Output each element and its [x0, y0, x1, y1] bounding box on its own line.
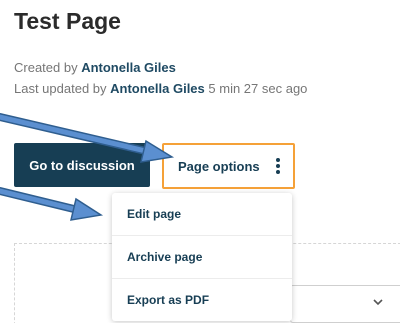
created-by-prefix: Created by	[14, 60, 82, 75]
last-updated-author-link[interactable]: Antonella Giles	[110, 81, 205, 96]
go-to-discussion-button[interactable]: Go to discussion	[14, 143, 150, 187]
last-updated-time: 5 min 27 sec ago	[204, 81, 308, 96]
dropdown-select[interactable]	[290, 285, 400, 323]
menu-item-edit-page[interactable]: Edit page	[112, 193, 292, 236]
chevron-down-icon	[373, 299, 383, 306]
menu-item-export-pdf[interactable]: Export as PDF	[112, 279, 292, 321]
last-updated-prefix: Last updated by	[14, 81, 111, 96]
menu-item-archive-page[interactable]: Archive page	[112, 236, 292, 279]
kebab-vertical-icon	[276, 158, 280, 174]
page: Test Page Created by Antonella Giles Las…	[0, 0, 400, 323]
page-options-label: Page options	[178, 159, 260, 174]
page-options-menu: Edit page Archive page Export as PDF	[112, 193, 292, 321]
created-by-author-link[interactable]: Antonella Giles	[81, 60, 176, 75]
last-updated-line: Last updated by Antonella Giles 5 min 27…	[14, 81, 307, 97]
created-by-line: Created by Antonella Giles	[14, 60, 176, 76]
page-options-button[interactable]: Page options	[162, 143, 295, 189]
arrow-icon	[0, 187, 104, 221]
page-title: Test Page	[14, 8, 121, 34]
